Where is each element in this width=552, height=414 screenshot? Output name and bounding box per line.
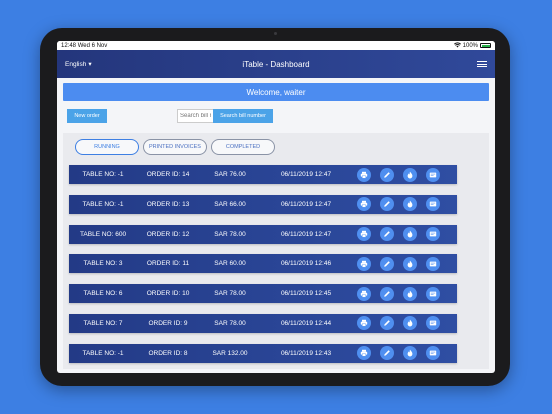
new-order-button[interactable]: New order xyxy=(67,109,107,123)
order-amount: SAR 78.00 xyxy=(214,290,246,298)
table-number: TABLE NO: -1 xyxy=(82,349,124,357)
order-amount: SAR 76.00 xyxy=(214,171,246,178)
order-row[interactable]: TABLE NO: -1 ORDER ID: 13 SAR 66.00 06/11/2… xyxy=(69,194,457,214)
table-number: TABLE NO: 3 xyxy=(83,260,123,268)
print-icon[interactable] xyxy=(357,197,371,212)
order-datetime: 06/11/2019 12:47 xyxy=(280,171,332,178)
order-row[interactable]: TABLE NO: 7 ORDER ID: 9 SAR 78.00 06/11/201… xyxy=(69,313,457,333)
fire-icon[interactable] xyxy=(403,286,417,301)
row-actions xyxy=(351,286,440,301)
table-number: TABLE NO: 7 xyxy=(83,319,123,327)
edit-icon[interactable] xyxy=(380,256,394,271)
print-icon[interactable] xyxy=(357,256,371,271)
battery-icon xyxy=(480,43,491,48)
order-datetime: 06/11/2019 12:47 xyxy=(280,200,332,208)
table-number: TABLE NO: -1 xyxy=(82,200,124,208)
order-datetime: 06/11/2019 12:43 xyxy=(280,349,332,357)
print-icon[interactable] xyxy=(357,167,371,182)
order-amount: SAR 66.00 xyxy=(214,200,246,208)
order-row[interactable]: TABLE NO: 600 ORDER ID: 12 SAR 78.00 06/11/… xyxy=(69,224,457,244)
row-actions xyxy=(351,197,440,212)
edit-icon[interactable] xyxy=(380,286,394,301)
row-actions xyxy=(351,316,440,331)
welcome-banner: Welcome, waiter xyxy=(63,83,489,101)
order-id: ORDER ID: 9 xyxy=(148,319,188,327)
row-actions xyxy=(351,227,440,242)
order-id: ORDER ID: 10 xyxy=(146,290,190,298)
invoice-icon[interactable] xyxy=(426,167,440,182)
order-datetime: 06/11/2019 12:47 xyxy=(280,230,332,238)
order-amount: SAR 78.00 xyxy=(214,230,246,238)
invoice-icon[interactable] xyxy=(426,316,440,331)
invoice-icon[interactable] xyxy=(426,256,440,271)
row-actions xyxy=(351,346,440,361)
order-id: ORDER ID: 8 xyxy=(148,349,188,357)
page-title: iTable - Dashboard xyxy=(242,59,310,69)
edit-icon[interactable] xyxy=(380,167,394,182)
order-id: ORDER ID: 14 xyxy=(146,171,190,178)
order-amount: SAR 132.00 xyxy=(212,349,248,357)
edit-icon[interactable] xyxy=(380,316,394,331)
edit-icon[interactable] xyxy=(380,346,394,361)
fire-icon[interactable] xyxy=(403,346,417,361)
language-selector[interactable]: English ▾ xyxy=(65,60,125,69)
invoice-icon[interactable] xyxy=(426,227,440,242)
order-datetime: 06/11/2019 12:44 xyxy=(280,319,332,327)
hamburger-menu-icon[interactable] xyxy=(427,60,487,69)
status-time: 12:48 xyxy=(61,42,77,49)
status-date: Wed 6 Nov xyxy=(77,42,108,49)
tab-completed[interactable]: COMPLETED xyxy=(211,139,275,155)
edit-icon[interactable] xyxy=(380,197,394,212)
print-icon[interactable] xyxy=(357,316,371,331)
row-actions xyxy=(351,167,440,182)
table-number: TABLE NO: 600 xyxy=(79,230,127,238)
invoice-icon[interactable] xyxy=(426,286,440,301)
status-bar: 12:48 Wed 6 Nov 100% xyxy=(57,41,495,50)
order-row[interactable]: TABLE NO: -1 ORDER ID: 14 SAR 76.00 06/11/2… xyxy=(69,165,457,184)
tab-running[interactable]: RUNNING xyxy=(75,139,139,155)
search-bill-button[interactable]: Search bill number xyxy=(213,109,273,123)
app-screen: 12:48 Wed 6 Nov 100% English ▾ iTable - … xyxy=(57,41,495,373)
fire-icon[interactable] xyxy=(403,197,417,212)
invoice-icon[interactable] xyxy=(426,346,440,361)
order-tabs: RUNNING PRINTED INVOICES COMPLETED xyxy=(75,139,275,155)
order-id: ORDER ID: 13 xyxy=(146,200,190,208)
status-right: 100% xyxy=(453,41,491,50)
order-datetime: 06/11/2019 12:45 xyxy=(280,290,332,298)
order-amount: SAR 60.00 xyxy=(214,260,246,268)
tab-printed-invoices[interactable]: PRINTED INVOICES xyxy=(143,139,207,155)
print-icon[interactable] xyxy=(357,227,371,242)
orders-list: TABLE NO: -1 ORDER ID: 14 SAR 76.00 06/11/2… xyxy=(69,165,457,373)
order-datetime: 06/11/2019 12:46 xyxy=(280,260,332,268)
order-id: ORDER ID: 11 xyxy=(146,260,190,268)
invoice-icon[interactable] xyxy=(426,197,440,212)
order-amount: SAR 78.00 xyxy=(214,319,246,327)
navbar: English ▾ iTable - Dashboard xyxy=(57,50,495,78)
caret-down-icon: ▾ xyxy=(88,61,92,68)
order-row[interactable]: TABLE NO: 6 ORDER ID: 10 SAR 78.00 06/11/20… xyxy=(69,284,457,304)
order-row[interactable]: TABLE NO: 3 ORDER ID: 11 SAR 60.00 06/11/20… xyxy=(69,254,457,274)
table-number: TABLE NO: 6 xyxy=(83,290,123,298)
search-bill-input[interactable] xyxy=(177,109,213,123)
table-number: TABLE NO: -1 xyxy=(82,171,124,178)
orders-panel: RUNNING PRINTED INVOICES COMPLETED TABLE… xyxy=(63,133,489,369)
print-icon[interactable] xyxy=(357,346,371,361)
battery-percent: 100% xyxy=(462,42,478,49)
order-row[interactable]: TABLE NO: -1 ORDER ID: 8 SAR 132.00 06/11/2… xyxy=(69,343,457,363)
language-label: English xyxy=(65,60,87,68)
order-id: ORDER ID: 12 xyxy=(146,230,190,238)
row-actions xyxy=(351,256,440,271)
fire-icon[interactable] xyxy=(403,256,417,271)
wifi-icon xyxy=(453,41,461,50)
fire-icon[interactable] xyxy=(403,167,417,182)
print-icon[interactable] xyxy=(357,286,371,301)
camera xyxy=(274,32,277,35)
fire-icon[interactable] xyxy=(403,227,417,242)
status-left: 12:48 Wed 6 Nov xyxy=(61,43,107,49)
edit-icon[interactable] xyxy=(380,227,394,242)
fire-icon[interactable] xyxy=(403,316,417,331)
